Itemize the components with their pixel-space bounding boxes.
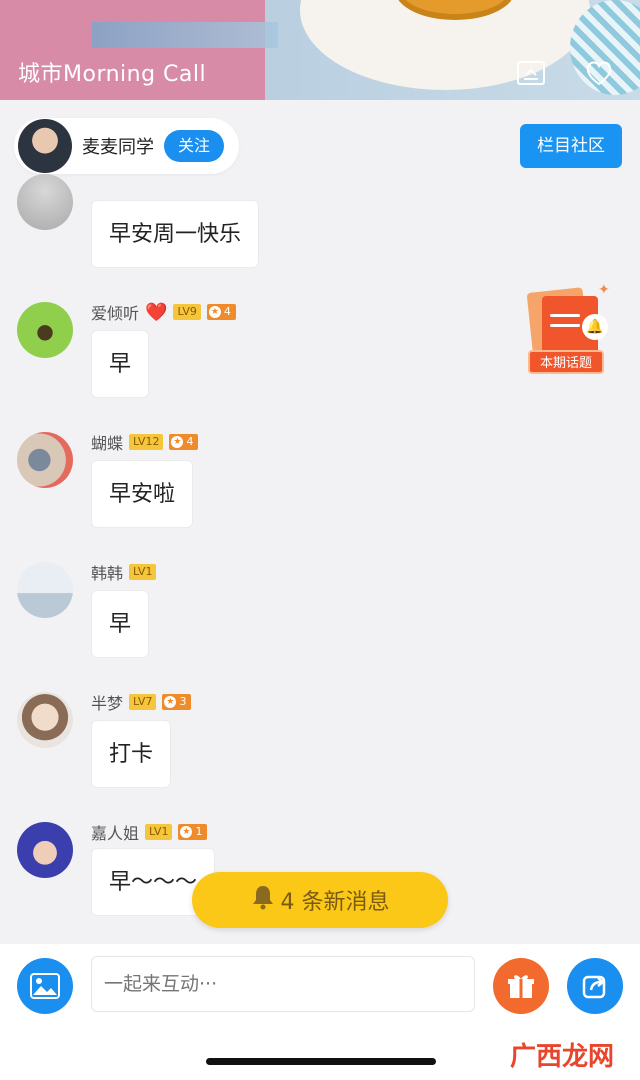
level-badge: LV1: [129, 564, 157, 580]
star-badge: ★ 4: [169, 434, 199, 450]
gift-button[interactable]: [493, 958, 549, 1014]
message-meta: 半梦 LV7 ★ 3: [91, 690, 192, 714]
watermark: 广西龙网: [510, 1042, 615, 1072]
message-bubble: 打卡: [91, 720, 172, 788]
new-messages-button[interactable]: 4 条新消息: [192, 872, 448, 928]
share-icon: [582, 975, 606, 999]
star-badge: ★ 1: [178, 824, 208, 840]
heart-emoji-icon: ❤️: [145, 301, 168, 323]
share-button[interactable]: [567, 958, 623, 1014]
pip-icon[interactable]: [516, 58, 546, 88]
image-icon: [30, 973, 60, 999]
comment-input[interactable]: [91, 956, 475, 1012]
star-badge: ★ 3: [162, 694, 192, 710]
star-icon: ★: [180, 826, 193, 838]
avatar[interactable]: [17, 174, 73, 230]
avatar[interactable]: [17, 562, 73, 618]
community-button[interactable]: 栏目社区: [520, 124, 622, 168]
message-meta: 嘉人姐 LV1 ★ 1: [91, 820, 208, 844]
new-messages-label: 4 条新消息: [280, 890, 390, 915]
banner-title: 城市Morning Call: [18, 62, 207, 87]
banner-blue-block: [92, 22, 278, 48]
star-icon: ★: [164, 696, 177, 708]
image-button[interactable]: [17, 958, 73, 1014]
topic-button[interactable]: 🔔 ✦ 本期话题: [526, 282, 612, 378]
heart-icon[interactable]: [584, 58, 614, 88]
star-badge: ★ 4: [206, 304, 236, 320]
message-bubble: 早安周一快乐: [91, 200, 260, 268]
level-badge: LV7: [129, 694, 157, 710]
avatar[interactable]: [17, 432, 73, 488]
avatar[interactable]: [17, 302, 73, 358]
level-badge: LV12: [129, 434, 164, 450]
user-name: 爱倾听: [91, 304, 140, 323]
bell-icon: 🔔: [582, 314, 608, 340]
user-name: 韩韩: [91, 564, 124, 583]
gift-icon: [508, 975, 534, 998]
message-bubble: 早: [91, 330, 150, 398]
message-meta: 蝴蝶 LV12 ★ 4: [91, 430, 199, 454]
message-meta: 爱倾听 ❤️ LV9 ★ 4: [91, 300, 236, 324]
star-icon: ★: [171, 436, 184, 448]
level-badge: LV9: [173, 304, 201, 320]
user-name: 嘉人姐: [91, 824, 140, 843]
avatar[interactable]: [17, 822, 73, 878]
avatar[interactable]: [17, 692, 73, 748]
topic-lines: [550, 314, 580, 317]
host-name: 麦麦同学: [82, 137, 154, 158]
banner: 城市Morning Call: [0, 0, 640, 100]
home-indicator: [206, 1058, 436, 1065]
level-badge: LV1: [145, 824, 173, 840]
message-bubble: 早安啦: [91, 460, 194, 528]
topic-label: 本期话题: [528, 350, 604, 374]
user-name: 蝴蝶: [91, 434, 124, 453]
message-meta: 韩韩 LV1: [91, 560, 157, 584]
user-name: 半梦: [91, 694, 124, 713]
host-avatar[interactable]: [18, 119, 72, 173]
sparkle-icon: ✦: [598, 282, 610, 298]
host-card: 麦麦同学 关注: [14, 118, 239, 174]
message-bubble: 早: [91, 590, 150, 658]
star-icon: ★: [208, 306, 221, 318]
follow-button[interactable]: 关注: [164, 130, 225, 162]
bell-icon: [251, 884, 275, 916]
